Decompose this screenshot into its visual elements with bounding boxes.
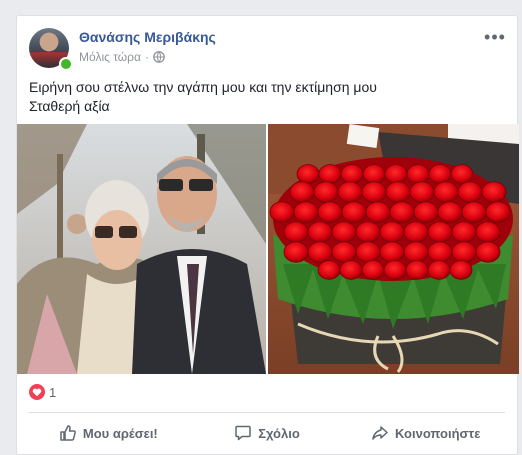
like-label: Μου αρέσει!: [82, 425, 158, 441]
more-options-icon[interactable]: •••: [483, 28, 507, 46]
post-actions: Μου αρέσει! Σχόλιο Κοινοποιήστε: [29, 416, 505, 450]
photo-couple[interactable]: [17, 124, 266, 374]
share-button[interactable]: Κοινοποιήστε: [346, 416, 505, 450]
comment-label: Σχόλιο: [258, 425, 300, 441]
like-button[interactable]: Μου αρέσει!: [29, 416, 188, 450]
online-status-icon: [59, 57, 73, 71]
reactions-summary[interactable]: 1: [29, 384, 56, 403]
post-card: Θανάσης Μεριβάκης Μόλις τώρα · ••• Ειρήνη…: [16, 15, 519, 455]
meta-separator: ·: [144, 50, 149, 64]
thumbs-up-icon: [60, 425, 76, 441]
love-icon: [29, 384, 45, 400]
post-text-line: Ειρήνη σου στέλνω την αγάπη μου και την …: [29, 79, 377, 95]
photo-grid: [17, 124, 519, 374]
post-header: Θανάσης Μεριβάκης Μόλις τώρα · •••: [29, 26, 507, 71]
reaction-count: 1: [49, 385, 57, 400]
share-label: Κοινοποιήστε: [394, 425, 481, 441]
post-text-line: Σταθερή αξία: [29, 98, 110, 114]
comment-icon: [235, 425, 251, 441]
post-text: Ειρήνη σου στέλνω την αγάπη μου και την …: [29, 78, 377, 116]
photo-red-roses-box[interactable]: [268, 124, 519, 374]
actions-divider: [29, 412, 505, 413]
post-timestamp[interactable]: Μόλις τώρα: [79, 50, 141, 64]
comment-button[interactable]: Σχόλιο: [188, 416, 347, 450]
share-icon: [372, 426, 388, 440]
post-meta: Μόλις τώρα ·: [79, 50, 165, 66]
globe-icon[interactable]: [153, 51, 165, 66]
author-name[interactable]: Θανάσης Μεριβάκης: [79, 29, 216, 45]
